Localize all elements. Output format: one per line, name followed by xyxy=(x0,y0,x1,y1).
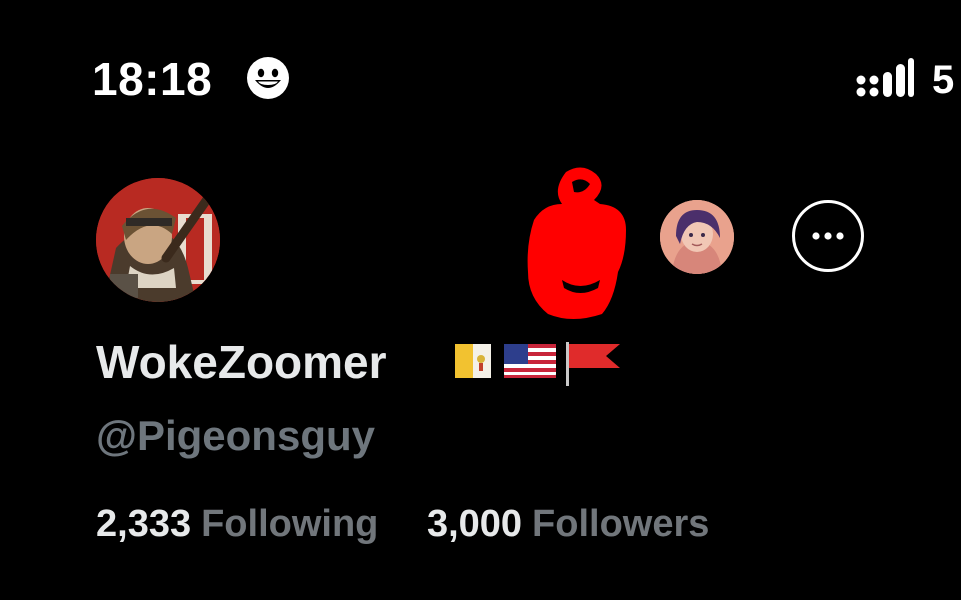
avatar-illustration xyxy=(96,178,220,302)
grinning-face-icon xyxy=(247,57,289,99)
followers-label: Followers xyxy=(532,503,710,545)
followers-link[interactable]: 3,000 Followers xyxy=(427,500,709,548)
profile-handle: @Pigeonsguy xyxy=(96,412,375,459)
mutual-avatar-illustration xyxy=(660,200,734,274)
profile-avatar[interactable] xyxy=(96,178,220,302)
red-flag-icon xyxy=(566,342,620,386)
red-scribble-overlay xyxy=(527,167,626,319)
ellipsis-icon xyxy=(812,232,844,240)
vatican-flag-icon xyxy=(455,344,491,378)
us-flag-icon xyxy=(504,344,556,378)
following-count: 2,333 xyxy=(96,503,192,545)
signal-bars-icon xyxy=(856,58,914,97)
following-link[interactable]: 2,333 Following xyxy=(96,500,378,548)
status-time: 18:18 xyxy=(92,53,213,105)
following-label: Following xyxy=(201,503,379,545)
mutual-follower-avatar[interactable] xyxy=(660,200,734,274)
more-options-button[interactable] xyxy=(792,200,864,272)
battery-level: 5 xyxy=(932,58,955,102)
follow-stats: 2,333 Following 3,000 Followers xyxy=(96,500,747,548)
display-name: WokeZoomer xyxy=(96,336,387,388)
followers-count: 3,000 xyxy=(426,503,523,545)
